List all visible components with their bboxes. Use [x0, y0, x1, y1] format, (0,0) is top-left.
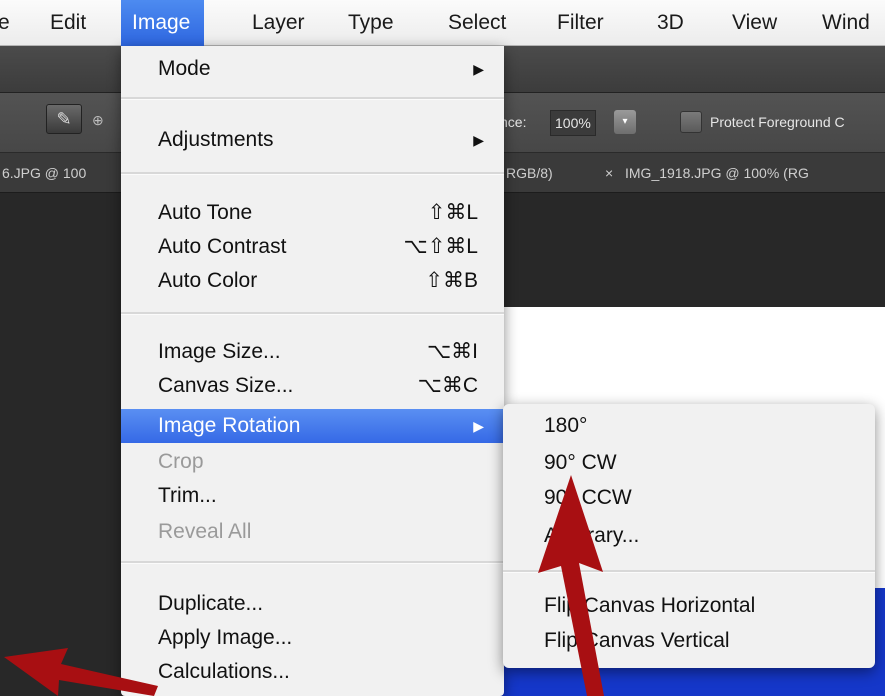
tolerance-field[interactable]: 100%	[550, 110, 596, 136]
menu-item-auto-contrast[interactable]: Auto Contrast ⌥⇧⌘L	[121, 230, 504, 264]
menu-item-label: 90° CW	[544, 451, 617, 474]
tolerance-dropdown-icon[interactable]: ▾	[614, 110, 636, 134]
menu-item-trim[interactable]: Trim...	[121, 479, 504, 513]
menu-item-label: Reveal All	[158, 520, 252, 543]
menu-item-label: Duplicate...	[158, 592, 264, 615]
menubar-image[interactable]: Image	[121, 0, 205, 46]
menu-item-label: Canvas Size...	[158, 374, 294, 397]
protect-foreground-checkbox[interactable]	[680, 111, 702, 133]
menu-item-rotate-90-cw[interactable]: 90° CW	[503, 446, 875, 480]
menubar-3d[interactable]: 3D	[657, 0, 684, 46]
menu-item-arbitrary[interactable]: Arbitrary...	[503, 519, 875, 553]
submenu-arrow-icon: ▶	[473, 61, 484, 77]
menubar-view[interactable]: View	[732, 0, 777, 46]
shortcut-label: ⇧⌘L	[427, 201, 478, 224]
menu-item-label: Trim...	[158, 484, 217, 507]
menu-item-image-rotation[interactable]: Image Rotation ▶	[121, 409, 504, 443]
menubar-select[interactable]: Select	[448, 0, 506, 46]
menubar-filter[interactable]: Filter	[557, 0, 604, 46]
menu-item-canvas-size[interactable]: Canvas Size... ⌥⌘C	[121, 369, 504, 403]
menu-item-mode[interactable]: Mode ▶	[121, 52, 504, 86]
menu-separator	[121, 561, 504, 564]
tab-close-icon[interactable]: ×	[605, 153, 613, 193]
menu-item-rotate-90-ccw[interactable]: 90° CCW	[503, 481, 875, 515]
document-tab-2[interactable]: RGB/8)	[506, 153, 553, 193]
submenu-arrow-icon: ▶	[473, 418, 484, 434]
menu-item-label: Apply Image...	[158, 626, 293, 649]
menu-item-label: Auto Color	[158, 269, 258, 292]
menu-item-apply-image[interactable]: Apply Image...	[121, 621, 504, 655]
submenu-arrow-icon: ▶	[473, 132, 484, 148]
menu-item-image-size[interactable]: Image Size... ⌥⌘I	[121, 335, 504, 369]
menu-item-label: 180°	[544, 414, 588, 437]
document-tab-3[interactable]: IMG_1918.JPG @ 100% (RG	[625, 153, 809, 193]
menubar-window[interactable]: Wind	[822, 0, 870, 46]
menu-separator	[121, 172, 504, 175]
protect-foreground-label: Protect Foreground C	[710, 114, 845, 130]
menu-item-reveal-all: Reveal All	[121, 515, 504, 549]
shortcut-label: ⌥⇧⌘L	[403, 235, 478, 258]
menu-separator	[503, 570, 875, 573]
shortcut-label: ⌥⌘I	[426, 340, 478, 363]
document-tab-1[interactable]: 6.JPG @ 100	[2, 153, 86, 193]
shortcut-label: ⇧⌘B	[425, 269, 478, 292]
shortcut-label: ⌥⌘C	[417, 374, 478, 397]
menu-item-label: Flip Canvas Vertical	[544, 629, 730, 652]
menu-item-auto-tone[interactable]: Auto Tone ⇧⌘L	[121, 196, 504, 230]
menu-item-duplicate[interactable]: Duplicate...	[121, 587, 504, 621]
menu-item-label: Arbitrary...	[544, 524, 640, 547]
menu-item-calculations[interactable]: Calculations...	[121, 655, 504, 689]
mac-menubar: e Edit Image Layer Type Select Filter 3D…	[0, 0, 885, 46]
menu-item-flip-canvas-horizontal[interactable]: Flip Canvas Horizontal	[503, 589, 875, 623]
menu-item-label: Image Rotation	[158, 414, 301, 437]
menu-item-rotate-180[interactable]: 180°	[503, 409, 875, 443]
menu-item-label: Mode	[158, 57, 211, 80]
menubar-layer[interactable]: Layer	[252, 0, 305, 46]
menu-item-label: Calculations...	[158, 660, 290, 683]
menu-item-label: Auto Contrast	[158, 235, 287, 258]
menu-item-label: Image Size...	[158, 340, 281, 363]
menu-item-adjustments[interactable]: Adjustments ▶	[121, 123, 504, 157]
menu-item-label: Crop	[158, 450, 204, 473]
image-menu: Mode ▶ Adjustments ▶ Auto Tone ⇧⌘L Auto …	[121, 46, 504, 696]
menu-separator	[121, 312, 504, 315]
menu-item-label: 90° CCW	[544, 486, 632, 509]
brush-tool-icon[interactable]: ✎	[46, 104, 82, 134]
menubar-edit[interactable]: Edit	[50, 0, 86, 46]
menu-item-label: Adjustments	[158, 128, 274, 151]
menu-separator	[121, 97, 504, 100]
menubar-type[interactable]: Type	[348, 0, 394, 46]
menu-item-crop: Crop	[121, 445, 504, 479]
menu-item-auto-color[interactable]: Auto Color ⇧⌘B	[121, 264, 504, 298]
menu-item-label: Auto Tone	[158, 201, 253, 224]
menu-item-label: Flip Canvas Horizontal	[544, 594, 756, 617]
menubar-window-partial[interactable]: e	[0, 0, 10, 46]
menu-item-flip-canvas-vertical[interactable]: Flip Canvas Vertical	[503, 624, 875, 658]
image-rotation-submenu: 180° 90° CW 90° CCW Arbitrary... Flip Ca…	[503, 404, 875, 668]
tool-preset-icon[interactable]: ⊕	[92, 112, 104, 129]
